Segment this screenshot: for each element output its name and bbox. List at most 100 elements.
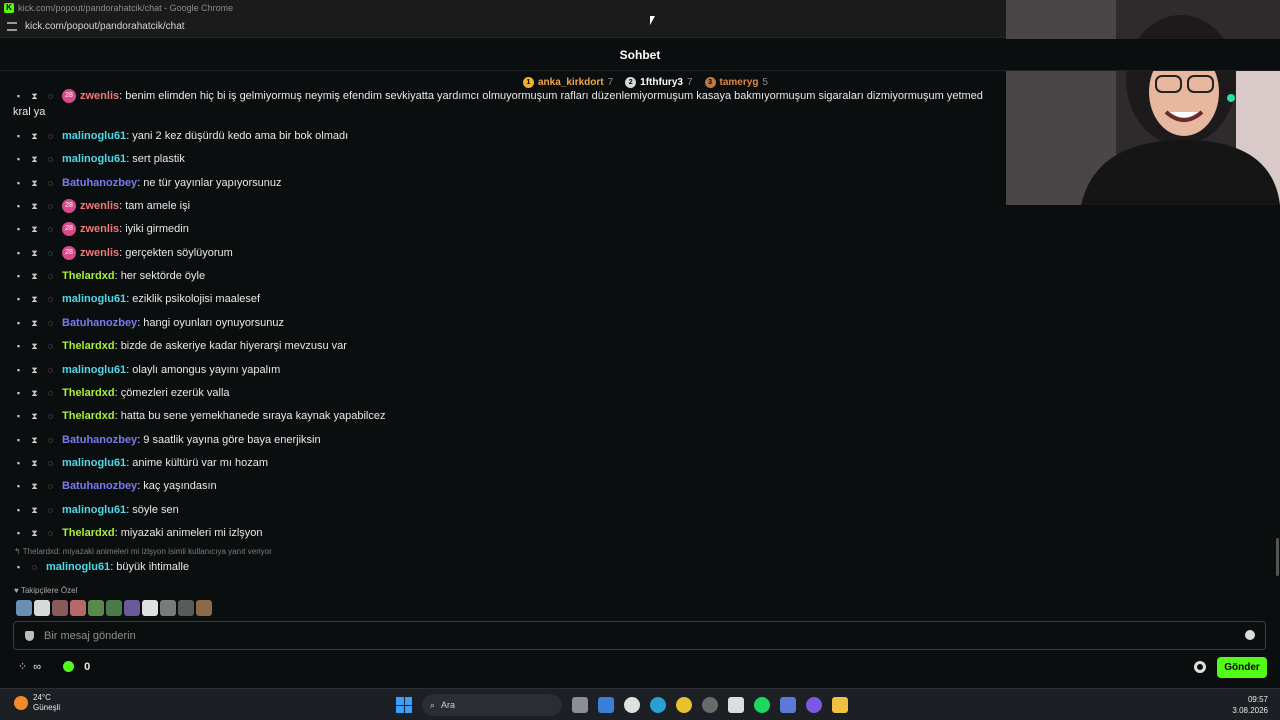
infinity-icon[interactable]: ∞ [33,661,41,673]
taskbar-search[interactable]: ⌕ Ara [422,694,562,716]
trash-icon[interactable]: ▪ [14,528,23,538]
chat-message[interactable]: ▪ ⧗ ◌ Batuhanozbey: ne tür yayınlar yapıyor… [14,175,282,191]
timeout-hourglass-icon[interactable]: ⧗ [30,248,39,258]
trash-icon[interactable]: ▪ [14,481,23,491]
trash-icon[interactable]: ▪ [14,201,23,211]
chat-message[interactable]: ▪ ⧗ ◌ malinoglu61: söyle sen [14,502,179,518]
emote-icon[interactable] [196,600,212,616]
trash-icon[interactable]: ▪ [14,154,23,164]
timeout-hourglass-icon[interactable]: ⧗ [30,178,39,188]
send-button[interactable]: Gönder [1217,657,1267,678]
trash-icon[interactable]: ▪ [14,271,23,281]
chat-message[interactable]: ▪ ⧗ ◌ Batuhanozbey: 9 saatlik yayına göre b… [14,432,321,448]
timeout-hourglass-icon[interactable]: ⧗ [30,224,39,234]
top-gifter-3[interactable]: 3 tameryg 5 [704,76,768,88]
chat-message[interactable]: ▪ ⧗ ◌ 28 zwenlis: gerçekten söylüyorum [14,245,233,261]
message-username[interactable]: Batuhanozbey [62,480,137,492]
message-username[interactable]: Batuhanozbey [62,317,137,329]
emote-icon[interactable] [160,600,176,616]
timeout-hourglass-icon[interactable]: ⧗ [30,154,39,164]
obs-icon[interactable] [702,697,718,713]
message-username[interactable]: Thelardxd [62,387,115,399]
windows-start-icon[interactable] [396,697,412,713]
chat-message-input[interactable] [44,628,1224,644]
trash-icon[interactable]: ▪ [14,435,23,445]
trash-icon[interactable]: ▪ [14,178,23,188]
trash-icon[interactable]: ▪ [14,248,23,258]
chat-message[interactable]: ▪ ⧗ ◌ malinoglu61: eziklik psikolojisi maal… [14,291,260,307]
discord-icon[interactable] [806,697,822,713]
emote-icon[interactable] [106,600,122,616]
message-username[interactable]: zwenlis [80,90,119,102]
chat-message[interactable]: ▪ ⧗ ◌ Batuhanozbey: hangi oyunları oynuyors… [14,315,284,331]
chatgpt-icon[interactable] [624,697,640,713]
emote-icon[interactable] [124,600,140,616]
trash-icon[interactable]: ▪ [14,365,23,375]
app-icon[interactable] [728,697,744,713]
site-settings-icon[interactable] [7,22,17,31]
chat-message[interactable]: ▪ ⧗ ◌ malinoglu61: olaylı amongus yayını ya… [14,362,280,378]
weather-widget[interactable]: 24°C Güneşli [14,693,60,713]
kick-points-icon[interactable] [63,661,75,672]
emoji-picker-icon[interactable] [1245,630,1255,640]
message-username[interactable]: Batuhanozbey [62,434,137,446]
task-view-icon[interactable] [572,697,588,713]
timeout-hourglass-icon[interactable]: ⧗ [30,528,39,538]
message-username[interactable]: Thelardxd [62,527,115,539]
spotify-icon[interactable] [754,697,770,713]
system-clock[interactable]: 09:57 3.08.2026 [1232,694,1268,716]
message-username[interactable]: malinoglu61 [62,153,126,165]
chat-message-reply[interactable]: ▪ ◌ malinoglu61 : büyük ihtimalle [14,559,189,575]
message-username[interactable]: zwenlis [80,247,119,259]
edge-icon[interactable] [650,697,666,713]
top-gifter-2[interactable]: 2 1fthfury3 7 [625,76,693,88]
chat-message[interactable]: ▪ ⧗ ◌ 28 zwenlis: iyiki girmedin [14,221,189,237]
message-username[interactable]: zwenlis [80,200,119,212]
trash-icon[interactable]: ▪ [14,505,23,515]
timeout-hourglass-icon[interactable]: ⧗ [30,365,39,375]
chat-message[interactable]: ▪ ⧗ ◌ malinoglu61: anime kültürü var mı hoz… [14,455,268,471]
message-username[interactable]: zwenlis [80,223,119,235]
store-icon[interactable] [598,697,614,713]
message-username[interactable]: malinoglu61 [62,504,126,516]
message-username[interactable]: Thelardxd [62,270,115,282]
message-username[interactable]: Thelardxd [62,340,115,352]
url-text[interactable]: kick.com/popout/pandorahatcik/chat [25,21,185,32]
chat-scrollbar[interactable] [1276,538,1279,576]
timeout-hourglass-icon[interactable]: ⧗ [30,131,39,141]
chat-message[interactable]: ▪ ⧗ ◌ Thelardxd: hatta bu sene yemekhanede … [14,408,386,424]
chat-message[interactable]: ▪ ⧗ ◌ malinoglu61: yani 2 kez düşürdü kedo … [14,128,348,144]
message-username[interactable]: malinoglu61 [62,457,126,469]
message-username[interactable]: malinoglu61 [62,364,126,376]
timeout-hourglass-icon[interactable]: ⧗ [30,505,39,515]
timeout-hourglass-icon[interactable]: ⧗ [30,91,39,101]
emote-icon[interactable] [178,600,194,616]
timeout-hourglass-icon[interactable]: ⧗ [30,341,39,351]
chat-input-box[interactable] [13,621,1266,650]
timeout-hourglass-icon[interactable]: ⧗ [30,435,39,445]
trash-icon[interactable]: ▪ [14,294,23,304]
timeout-hourglass-icon[interactable]: ⧗ [30,458,39,468]
emote-icon[interactable] [52,600,68,616]
message-username[interactable]: malinoglu61 [62,293,126,305]
timeout-hourglass-icon[interactable]: ⧗ [30,411,39,421]
gear-icon[interactable] [1194,661,1206,673]
emote-icon[interactable] [142,600,158,616]
message-username[interactable]: malinoglu61 [62,130,126,142]
trash-icon[interactable]: ▪ [14,318,23,328]
trash-icon[interactable]: ▪ [14,341,23,351]
trash-icon[interactable]: ▪ [14,458,23,468]
top-gifter-1[interactable]: 1 anka_kirkdort 7 [523,76,613,88]
emote-icon[interactable] [70,600,86,616]
chrome-icon[interactable] [676,697,692,713]
emote-icon[interactable] [88,600,104,616]
pinned-users-icon[interactable]: ⁘ [18,660,27,673]
timeout-hourglass-icon[interactable]: ⧗ [30,201,39,211]
message-username[interactable]: Batuhanozbey [62,177,137,189]
chat-message-truncated[interactable]: ▪ ⧗ ◌ 28 zwenlis : benim elimden hiç bi … [14,88,983,104]
trash-icon[interactable]: ▪ [14,562,23,572]
chat-message[interactable]: ▪ ⧗ ◌ Thelardxd: bizde de askeriye kadar hi… [14,338,347,354]
timeout-hourglass-icon[interactable]: ⧗ [30,318,39,328]
chat-message[interactable]: ▪ ⧗ ◌ Thelardxd: miyazaki animeleri mi izlş… [14,525,263,541]
message-username[interactable]: Thelardxd [62,410,115,422]
